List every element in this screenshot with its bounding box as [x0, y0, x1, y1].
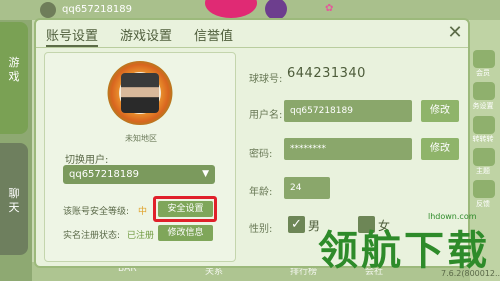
user-avatar[interactable]	[40, 2, 56, 18]
age-field[interactable]: 24	[284, 177, 330, 199]
qq-number-value: 644231340	[287, 66, 366, 81]
tab-account-settings[interactable]: 账号设置	[46, 25, 99, 47]
theme-icon[interactable]	[473, 148, 495, 166]
decoration-text: ✿	[325, 3, 334, 14]
watermark-url: lhdown.com	[428, 212, 477, 221]
settings-icon[interactable]	[473, 82, 495, 100]
spin-icon[interactable]	[473, 116, 495, 134]
profile-avatar[interactable]	[121, 73, 159, 113]
edit-info-button[interactable]: 修改信息	[158, 225, 213, 241]
security-level-label: 该账号安全等级:	[63, 207, 130, 217]
feedback-label: 反馈	[476, 200, 490, 208]
selected-user: qq657218189	[69, 169, 139, 180]
switch-user-label: 切换用户:	[65, 155, 109, 166]
gender-label: 性别:	[249, 224, 273, 235]
tab-game[interactable]: 游 戏	[0, 22, 28, 134]
security-settings-button[interactable]: 安全设置	[158, 201, 213, 217]
password-label: 密码:	[249, 149, 273, 160]
settings-label: 务设置	[472, 102, 494, 110]
top-user-name: qq657218189	[62, 4, 132, 15]
chevron-down-icon: ▼	[202, 169, 209, 179]
profile-panel: 未知地区 切换用户: qq657218189 ▼ 该账号安全等级: 中 安全设置…	[44, 52, 236, 262]
edit-username-button[interactable]: 修改	[421, 100, 459, 122]
realname-label: 实名注册状态:	[63, 231, 121, 241]
username-label: 用户名:	[249, 110, 283, 121]
feedback-icon[interactable]	[473, 180, 495, 198]
tab-chat-label: 聊 天	[8, 187, 20, 214]
tab-game-label: 游 戏	[8, 56, 20, 83]
version-label: 7.6.2(800012...	[441, 269, 500, 278]
tab-divider	[36, 47, 468, 48]
age-label: 年龄:	[249, 187, 273, 198]
tab-reputation[interactable]: 信誉值	[194, 25, 233, 44]
tab-game-settings[interactable]: 游戏设置	[120, 25, 172, 44]
username-field[interactable]: qq657218189	[284, 100, 412, 122]
member-label: 会员	[476, 69, 490, 77]
region-label: 未知地区	[125, 134, 157, 143]
spin-label: 转转转	[472, 135, 494, 143]
tab-chat[interactable]: 聊 天	[0, 143, 28, 255]
edit-password-button[interactable]: 修改	[421, 138, 459, 160]
realname-status: 已注册	[127, 231, 155, 241]
member-icon[interactable]	[473, 50, 495, 68]
watermark-text: 领航下载	[318, 228, 490, 274]
close-icon[interactable]: ✕	[446, 24, 464, 42]
gender-male-checkbox[interactable]: ✓	[288, 216, 305, 233]
password-field[interactable]: ********	[284, 138, 412, 160]
security-level-value: 中	[138, 207, 148, 217]
theme-label: 主题	[476, 167, 490, 175]
qq-number-label: 球球号:	[249, 74, 283, 85]
user-select[interactable]: qq657218189 ▼	[63, 165, 215, 184]
